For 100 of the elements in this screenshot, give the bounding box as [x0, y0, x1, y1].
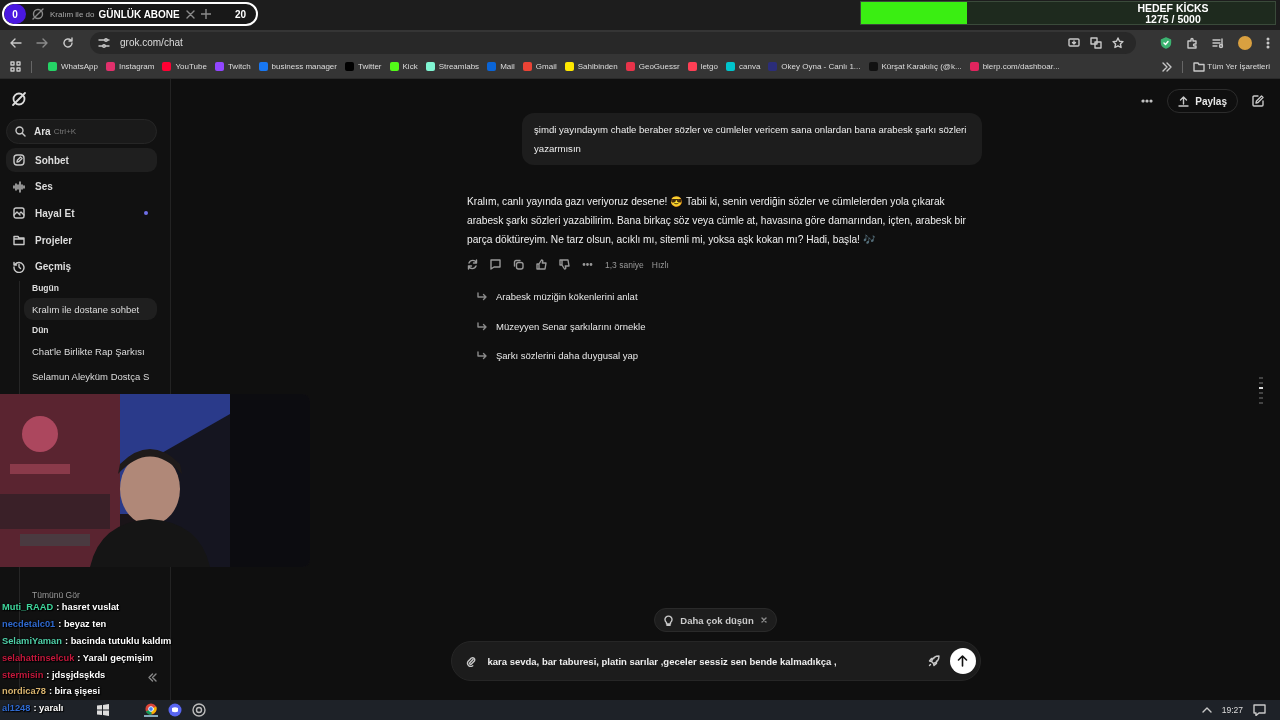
- bookmark[interactable]: canva: [739, 62, 761, 71]
- bookmark[interactable]: Streamlabs: [438, 62, 480, 71]
- bookmark[interactable]: business manager: [271, 62, 337, 71]
- chat-message: : yaralı: [33, 703, 64, 714]
- reload-icon[interactable]: [62, 36, 74, 49]
- rocket-icon[interactable]: [927, 655, 940, 667]
- sidebar-nav-item[interactable]: Projeler: [6, 228, 157, 253]
- bookmark[interactable]: Instagram: [118, 62, 155, 71]
- more-icon[interactable]: [1141, 99, 1154, 103]
- chat-username: selahattinselcuk: [2, 652, 75, 663]
- install-app-icon[interactable]: [1068, 36, 1080, 49]
- attach-icon[interactable]: [465, 655, 476, 667]
- aperture-icon[interactable]: [192, 703, 206, 717]
- bookmark[interactable]: Kick: [402, 62, 418, 71]
- thumbs-up-icon[interactable]: [536, 259, 547, 270]
- thumbs-down-icon[interactable]: [559, 259, 570, 270]
- subscriber-goal: 20: [234, 8, 246, 20]
- grok-logo-icon[interactable]: [11, 91, 27, 107]
- bookmark[interactable]: Twitter: [357, 62, 382, 71]
- message-text-input[interactable]: kara sevda, bar taburesi, platin sarılar ,geceler sessiz sen bende kalmadıkça ,: [485, 654, 918, 668]
- site-settings-icon[interactable]: [98, 36, 110, 49]
- bookmark[interactable]: Sahibinden: [577, 62, 618, 71]
- subscriber-count: 0: [4, 4, 26, 24]
- bookmark[interactable]: Kürşat Karakılıç (@k...: [881, 62, 962, 71]
- suggestion-link[interactable]: Şarkı sözlerini daha duygusal yap: [467, 341, 982, 371]
- chrome-icon[interactable]: [144, 703, 158, 717]
- bookmark[interactable]: Okey Oyna - Canlı 1...: [781, 62, 861, 71]
- chevron-up-icon[interactable]: [1201, 707, 1212, 713]
- bookmark[interactable]: YouTube: [175, 62, 207, 71]
- history-item[interactable]: Kralım ile dostane sohbet: [24, 298, 157, 321]
- address-bar[interactable]: grok.com/chat: [90, 31, 1136, 54]
- shield-icon[interactable]: [1160, 36, 1172, 49]
- imagine-icon: [13, 207, 25, 220]
- bookmark[interactable]: GeoGuessr: [638, 62, 680, 71]
- send-button[interactable]: [949, 648, 976, 674]
- new-tab-icon[interactable]: [200, 9, 211, 19]
- notifications-icon[interactable]: [1253, 704, 1266, 716]
- copy-icon[interactable]: [513, 259, 524, 270]
- new-chat-icon[interactable]: [1252, 95, 1264, 107]
- bookmark[interactable]: WhatsApp: [61, 62, 98, 71]
- history-icon: [13, 260, 25, 273]
- think-harder-chip[interactable]: Daha çok düşün: [654, 608, 777, 632]
- model-mode: Hızlı: [651, 259, 669, 270]
- chevrons-right-icon[interactable]: [1162, 61, 1173, 72]
- tab-title[interactable]: Kralım ile do: [50, 9, 95, 19]
- projects-icon: [13, 234, 25, 247]
- translate-icon[interactable]: [1090, 36, 1102, 49]
- search-field[interactable]: Ara Ctrl+K: [6, 119, 157, 144]
- message-input[interactable]: kara sevda, bar taburesi, platin sarılar ,geceler sessiz sen bende kalmadıkça ,: [450, 641, 981, 681]
- folder-icon: [1193, 61, 1206, 72]
- search-placeholder: Ara: [34, 126, 51, 137]
- conversation-minimap-icon[interactable]: [1259, 377, 1263, 407]
- windows-icon[interactable]: [96, 703, 110, 717]
- bookmark[interactable]: Mail: [500, 62, 515, 71]
- bookmark[interactable]: blerp.com/dashboar...: [982, 62, 1060, 71]
- comment-icon[interactable]: [490, 259, 501, 270]
- history-group-label: Bugün: [32, 282, 60, 296]
- url-text: grok.com/chat: [120, 37, 183, 48]
- suggestion-link[interactable]: Arabesk müziğin kökenlerini anlat: [467, 282, 982, 312]
- chat-message: : beyaz ten: [58, 619, 107, 630]
- user-message: şimdi yayındayım chatle beraber sözler ve cümleler vericem sana onlardan bana arabesk şarkı sözleri yazarmısın: [522, 113, 982, 165]
- chat-message: : hasret vuslat: [56, 602, 120, 613]
- bookmark-star-icon[interactable]: [1112, 36, 1124, 49]
- discord-icon[interactable]: [168, 703, 182, 717]
- chat-username: stermisin: [2, 669, 44, 680]
- bookmark[interactable]: Gmail: [535, 62, 557, 71]
- extensions-icon[interactable]: [1186, 36, 1198, 49]
- bookmark[interactable]: Twitch: [227, 62, 251, 71]
- media-icon[interactable]: [1212, 36, 1224, 49]
- suggestion-link[interactable]: Müzeyyen Senar şarkılarını örnekle: [467, 311, 982, 341]
- profile-avatar[interactable]: [1238, 35, 1252, 50]
- sidebar-nav-item[interactable]: Ses: [6, 174, 157, 199]
- more-icon[interactable]: [582, 263, 593, 266]
- clock: 19:27: [1221, 705, 1243, 715]
- more-icon[interactable]: [1266, 36, 1270, 49]
- chat-username: nordica78: [2, 686, 46, 697]
- history-item[interactable]: Chat'le Birlikte Rap Şarkısı: [24, 340, 157, 363]
- apps-grid-icon[interactable]: [10, 61, 21, 72]
- keyboard-shortcut: Ctrl+K: [53, 127, 77, 136]
- collapse-sidebar-icon[interactable]: [148, 673, 157, 682]
- close-icon[interactable]: [760, 617, 767, 623]
- sidebar-nav-item[interactable]: Geçmiş: [6, 254, 157, 279]
- search-icon: [15, 126, 26, 137]
- history-item[interactable]: Selamun Aleyküm Dostça S: [24, 365, 157, 388]
- sidebar-nav-item[interactable]: Hayal Et: [6, 201, 157, 226]
- forward-icon[interactable]: [36, 36, 48, 49]
- widget-title: GÜNLÜK ABONE: [98, 8, 180, 20]
- assistant-reply: Kralım, canlı yayında gazı veriyoruz desene! 😎 Tabii ki, senin verdiğin sözler ve cümlelerden yola çıkarak arabesk şarkı sözleri yazabilirim. Bana birkaç söz veya cümle at, havasına göre damarından, içten, arabesk bir parça döktüreyim. Ne tarz olsun, acıklı mı, sitemli mi, yoksa aşk kokan mı? Hadi, başla! 🎶: [467, 195, 967, 247]
- chat-message: : bacinda tutuklu kaldım: [64, 636, 172, 646]
- back-icon[interactable]: [10, 36, 22, 49]
- all-bookmarks-link[interactable]: Tüm Yer İşaretleri: [1207, 62, 1270, 71]
- sidebar-nav-item[interactable]: Sohbet: [6, 148, 157, 172]
- goal-reading: 1275 / 5000: [1145, 14, 1201, 24]
- regenerate-icon[interactable]: [467, 259, 478, 270]
- bookmark[interactable]: letgo: [700, 62, 718, 71]
- close-icon[interactable]: [185, 9, 195, 19]
- see-all-link[interactable]: Tümünü Gör: [32, 590, 157, 600]
- chat-username: necdetalc01: [2, 619, 56, 630]
- grok-logo-icon: [32, 8, 44, 20]
- lightbulb-icon: [664, 614, 674, 626]
